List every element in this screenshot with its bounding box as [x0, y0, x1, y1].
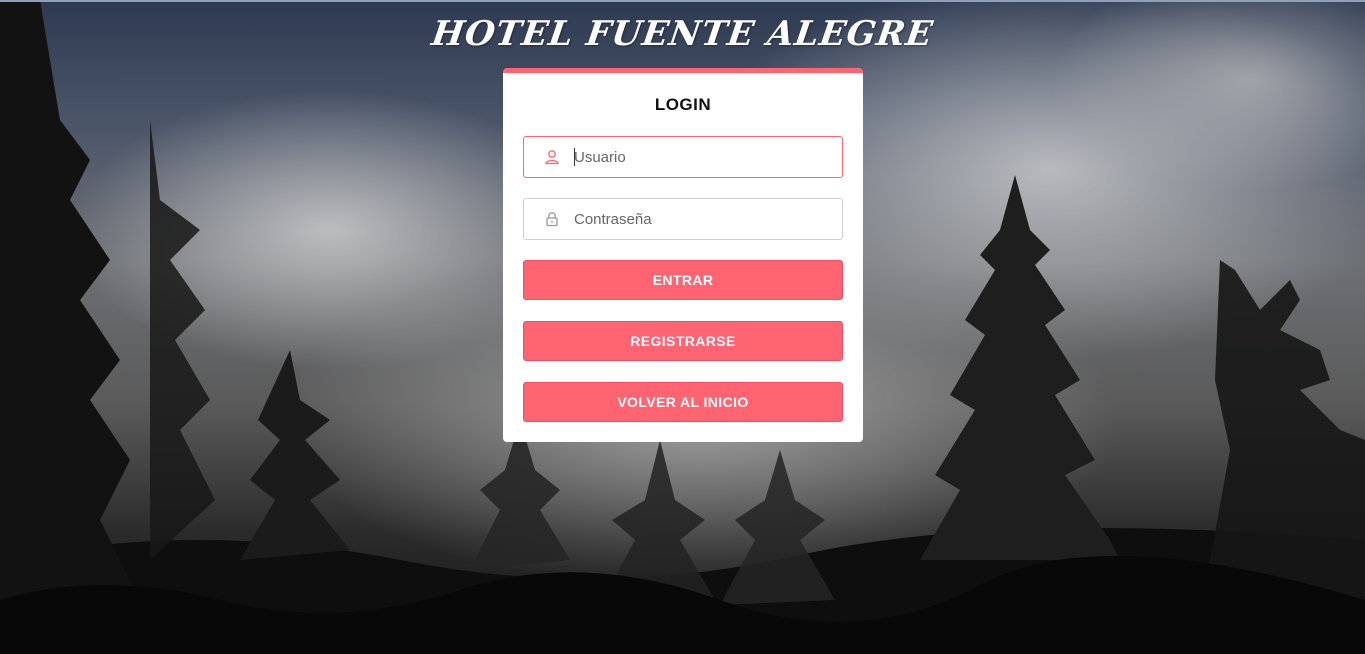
back-home-button[interactable]: VOLVER AL INICIO [523, 382, 843, 422]
username-field[interactable] [523, 136, 843, 178]
text-cursor [574, 148, 575, 166]
hotel-title: HOTEL FUENTE ALEGRE [429, 14, 936, 54]
enter-button[interactable]: ENTRAR [523, 260, 843, 300]
password-input[interactable] [574, 199, 834, 239]
password-field[interactable] [523, 198, 843, 240]
lock-icon [544, 211, 560, 227]
user-icon [544, 149, 560, 165]
login-title: LOGIN [654, 95, 712, 114]
register-button[interactable]: REGISTRARSE [523, 321, 843, 361]
top-accent-strip [0, 0, 1365, 2]
login-card: LOGIN ENTRAR REGISTRARSE VOLVER AL INICI… [503, 68, 863, 442]
username-input[interactable] [574, 137, 834, 177]
